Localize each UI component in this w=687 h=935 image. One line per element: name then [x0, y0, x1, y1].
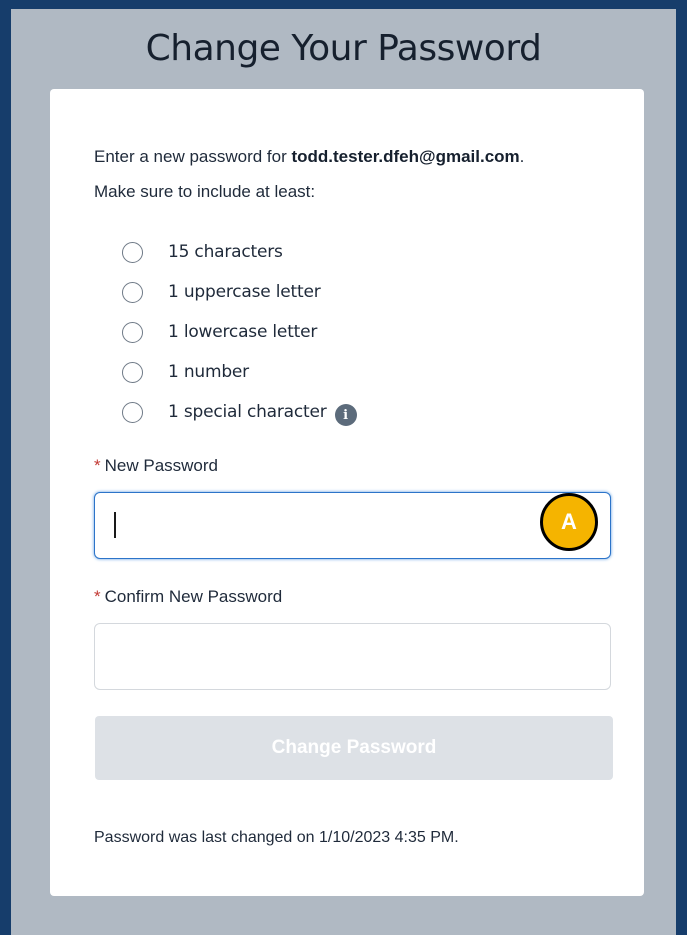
requirement-label: 1 special character	[168, 402, 327, 422]
requirement-status-icon	[122, 281, 143, 303]
requirements-heading: Make sure to include at least:	[94, 182, 316, 201]
requirement-item: 1 number	[122, 354, 357, 394]
required-indicator: *	[94, 587, 101, 606]
intro-text: Enter a new password for todd.tester.dfe…	[94, 147, 524, 167]
intro-suffix: .	[519, 147, 525, 166]
confirm-password-field[interactable]	[94, 623, 611, 690]
annotation-marker-a: A	[540, 493, 598, 551]
new-password-field[interactable]: A	[94, 492, 611, 559]
requirement-label: 1 uppercase letter	[168, 282, 321, 302]
password-card: Enter a new password for todd.tester.dfe…	[50, 89, 644, 896]
info-icon[interactable]: i	[334, 404, 357, 426]
requirement-status-icon	[122, 401, 143, 423]
requirement-item: 1 lowercase letter	[122, 314, 357, 354]
requirement-status-icon	[122, 241, 143, 263]
confirm-password-label: * Confirm New Password	[94, 587, 282, 607]
intro-prefix: Enter a new password for	[94, 147, 292, 166]
requirement-status-icon	[122, 321, 143, 343]
requirement-label: 1 lowercase letter	[168, 322, 318, 342]
new-password-input[interactable]	[95, 493, 610, 558]
confirm-password-label-text: Confirm New Password	[104, 587, 283, 606]
requirement-status-icon	[122, 361, 143, 383]
user-email: todd.tester.dfeh@gmail.com	[291, 147, 520, 166]
requirement-label: 15 characters	[168, 242, 283, 262]
text-cursor	[114, 512, 116, 538]
requirements-list: 15 characters 1 uppercase letter 1 lower…	[122, 234, 357, 434]
new-password-label: * New Password	[94, 456, 218, 476]
page-title: Change Your Password	[145, 28, 542, 69]
last-changed-note: Password was last changed on 1/10/2023 4…	[94, 829, 459, 846]
confirm-password-input[interactable]	[95, 624, 610, 689]
new-password-label-text: New Password	[104, 456, 218, 475]
requirement-label: 1 number	[168, 362, 249, 382]
page-frame: Change Your Password Enter a new passwor…	[0, 0, 687, 935]
requirement-item: 1 special character i	[122, 394, 357, 434]
change-password-button[interactable]: Change Password	[95, 716, 613, 780]
requirement-item: 15 characters	[122, 234, 357, 274]
required-indicator: *	[94, 456, 101, 475]
requirement-item: 1 uppercase letter	[122, 274, 357, 314]
